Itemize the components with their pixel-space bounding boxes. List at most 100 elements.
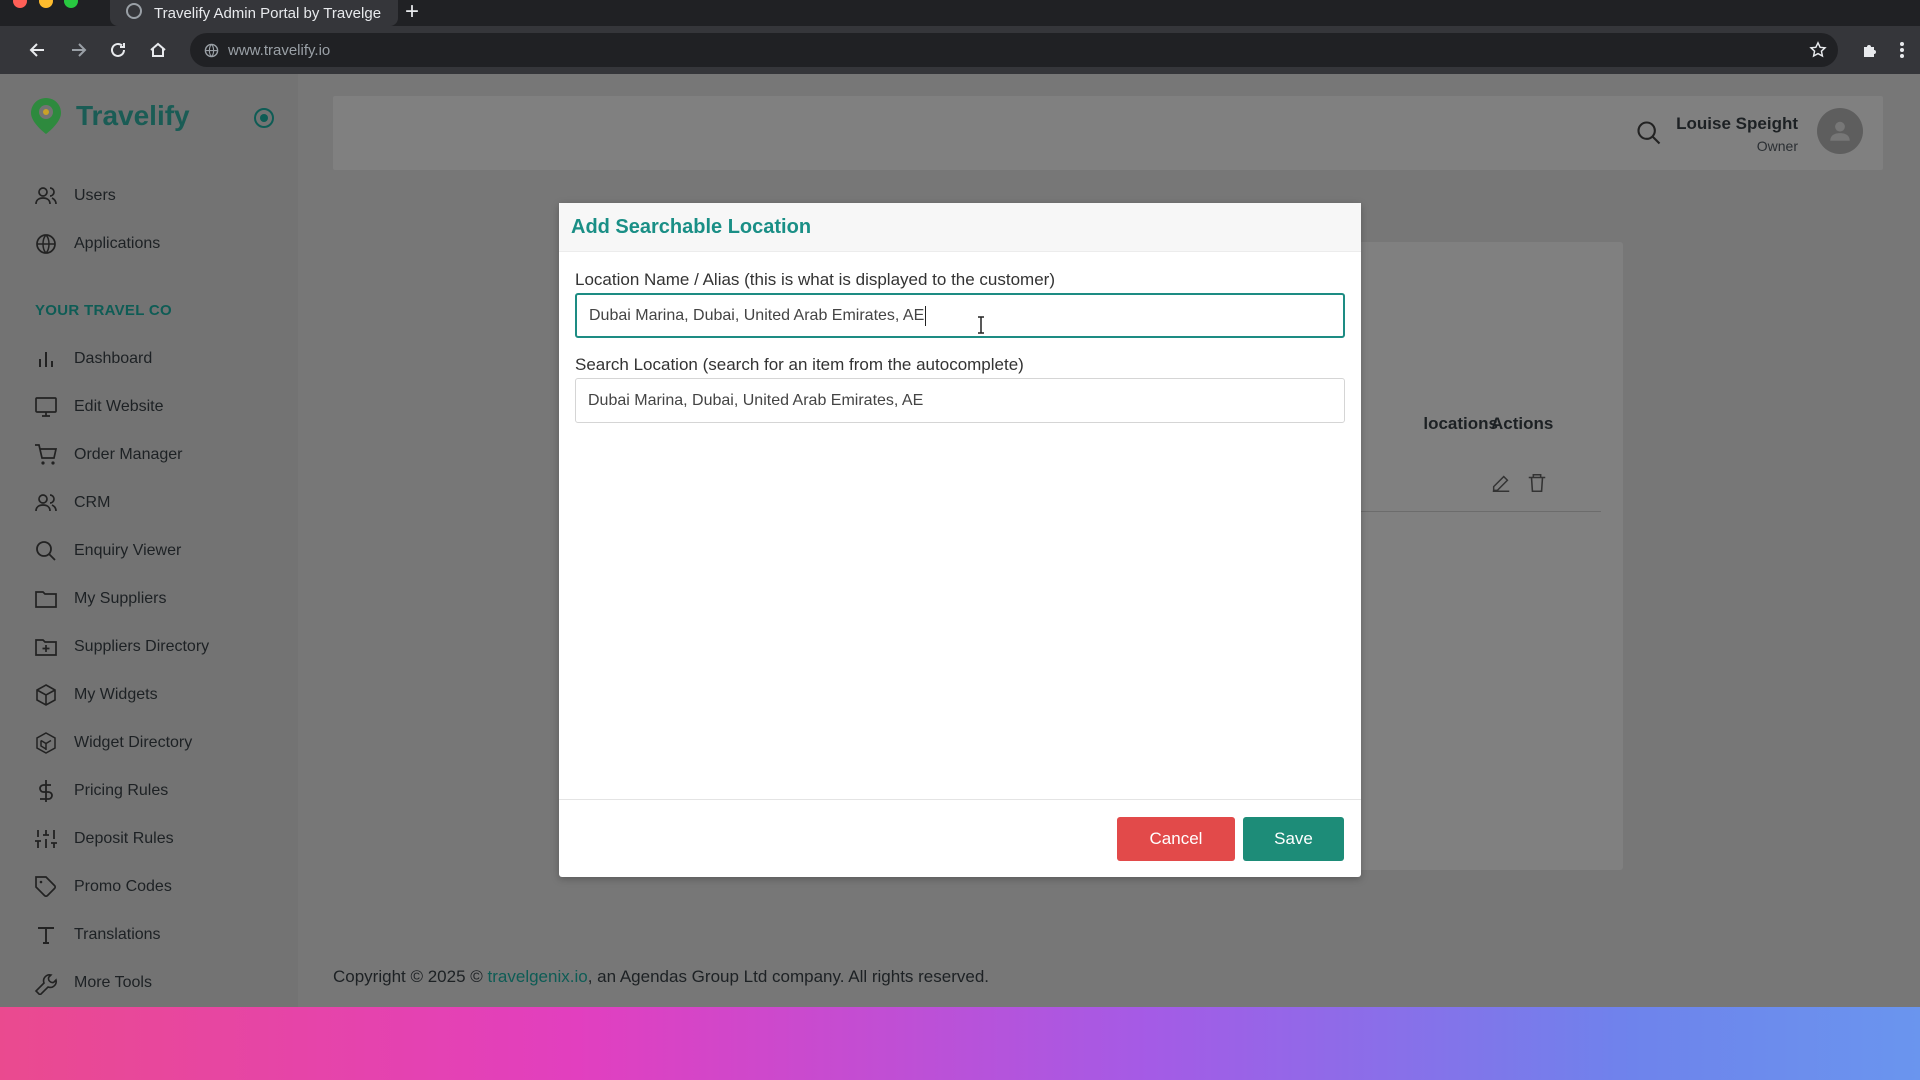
edit-button[interactable] [1490, 472, 1512, 499]
star-icon [1809, 41, 1827, 58]
column-header-locations: locations [1423, 414, 1498, 433]
sidebar-item-label: More Tools [74, 974, 152, 991]
search-icon [1637, 121, 1661, 145]
location-pin-icon [31, 98, 61, 134]
user-icon [1830, 121, 1850, 141]
dollar-icon [39, 780, 53, 802]
new-tab-button[interactable]: + [405, 0, 419, 26]
sidebar-item-promo-codes[interactable]: Promo Codes [34, 872, 172, 902]
sidebar-item-more-tools[interactable]: More Tools [34, 968, 152, 998]
user-role: Owner [1756, 138, 1798, 154]
sidebar-item-applications[interactable]: Applications [34, 229, 160, 259]
address-bar[interactable]: www.travelify.io [190, 33, 1838, 67]
sidebar-item-label: Translations [74, 926, 161, 943]
footer-suffix: , an Agendas Group Ltd company. All righ… [587, 967, 990, 986]
cancel-button[interactable]: Cancel [1117, 817, 1235, 861]
sidebar-item-label: Deposit Rules [74, 830, 174, 847]
delete-button[interactable] [1526, 472, 1548, 499]
search-button[interactable] [1635, 119, 1663, 152]
sidebar-item-widget-directory[interactable]: Widget Directory [34, 728, 192, 758]
sidebar-item-pricing-rules[interactable]: Pricing Rules [34, 776, 168, 806]
sidebar: Travelify Users Applications YOUR TRAVEL… [0, 74, 298, 1007]
sidebar-item-translations[interactable]: Translations [34, 920, 161, 950]
arrow-left-icon [29, 43, 44, 57]
monitor-icon [35, 397, 57, 417]
browser-tab[interactable]: Travelify Admin Portal by Travelge [110, 0, 398, 26]
sidebar-item-label: Dashboard [74, 350, 153, 367]
puzzle-icon [1864, 45, 1876, 57]
sidebar-item-order-manager[interactable]: Order Manager [34, 440, 183, 470]
sidebar-item-label: Enquiry Viewer [74, 542, 182, 559]
target-icon[interactable] [252, 106, 276, 135]
search-location-label: Search Location (search for an item from… [575, 355, 1024, 374]
save-button[interactable]: Save [1243, 817, 1344, 861]
sidebar-item-edit-website[interactable]: Edit Website [34, 392, 164, 422]
globe-icon [36, 234, 56, 254]
wrench-icon [34, 974, 57, 995]
type-icon [38, 927, 54, 944]
sidebar-item-enquiry-viewer[interactable]: Enquiry Viewer [34, 536, 181, 566]
footer-link[interactable]: travelgenix.io [488, 967, 588, 986]
background-card [1358, 242, 1623, 870]
minimize-window-button[interactable] [39, 0, 53, 8]
back-button[interactable] [24, 36, 52, 64]
pencil-icon [1492, 475, 1510, 492]
folder-icon [35, 591, 57, 608]
home-icon [150, 42, 166, 57]
home-button[interactable] [144, 36, 172, 64]
sidebar-item-label: Edit Website [74, 398, 164, 415]
location-name-value: Dubai Marina, Dubai, United Arab Emirate… [589, 306, 925, 324]
section-title: YOUR TRAVEL CO [35, 302, 172, 319]
brand-logo[interactable]: Travelify [28, 96, 190, 136]
tab-title: Travelify Admin Portal by Travelge [154, 4, 382, 22]
search-icon [36, 541, 56, 561]
browser-tab-bar: Travelify Admin Portal by Travelge + [0, 0, 1920, 26]
sidebar-item-label: Promo Codes [74, 878, 172, 895]
location-name-input[interactable]: Dubai Marina, Dubai, United Arab Emirate… [575, 293, 1345, 338]
sidebar-item-dashboard[interactable]: Dashboard [34, 344, 152, 374]
brand-name: Travelify [76, 100, 190, 131]
sidebar-item-label: Applications [74, 235, 161, 252]
gradient-banner [0, 1007, 1920, 1080]
modal-footer-divider [559, 799, 1361, 800]
folder-plus-icon [35, 639, 57, 656]
sidebar-item-my-widgets[interactable]: My Widgets [34, 680, 158, 710]
bar-chart-icon [39, 352, 53, 367]
sidebar-item-label: Order Manager [74, 446, 183, 463]
sidebar-item-label: My Widgets [74, 686, 158, 703]
extensions-button[interactable] [1856, 36, 1884, 64]
users-icon [35, 187, 57, 205]
sidebar-item-label: CRM [74, 494, 111, 511]
column-header-actions: Actions [1491, 414, 1554, 433]
close-window-button[interactable] [13, 0, 27, 8]
top-header: Louise Speight Owner [333, 96, 1883, 170]
tag-icon [35, 876, 57, 898]
sidebar-item-label: Widget Directory [74, 734, 193, 751]
url-text: www.travelify.io [228, 41, 331, 59]
maximize-window-button[interactable] [64, 0, 78, 8]
browser-menu-button[interactable] [1888, 36, 1916, 64]
forward-button[interactable] [64, 36, 92, 64]
boxes-icon [36, 732, 56, 754]
cart-icon [35, 444, 58, 465]
avatar[interactable] [1817, 108, 1863, 154]
location-name-label: Location Name / Alias (this is what is d… [575, 270, 1055, 289]
sidebar-item-users[interactable]: Users [34, 181, 116, 211]
sidebar-item-label: Pricing Rules [74, 782, 169, 799]
text-cursor-icon [976, 316, 986, 339]
reload-button[interactable] [104, 36, 132, 64]
footer: Copyright © 2025 © travelgenix.io, an Ag… [333, 967, 989, 987]
sidebar-item-deposit-rules[interactable]: Deposit Rules [34, 824, 174, 854]
bookmark-button[interactable] [1804, 36, 1832, 64]
sidebar-item-crm[interactable]: CRM [34, 488, 110, 518]
arrow-right-icon [72, 43, 87, 57]
footer-prefix: Copyright © 2025 © [333, 967, 488, 986]
text-caret [925, 305, 927, 326]
search-location-input[interactable]: Dubai Marina, Dubai, United Arab Emirate… [575, 378, 1345, 423]
user-name[interactable]: Louise Speight [1676, 114, 1798, 134]
sidebar-item-suppliers-directory[interactable]: Suppliers Directory [34, 632, 209, 662]
sidebar-item-my-suppliers[interactable]: My Suppliers [34, 584, 166, 614]
users-icon [35, 494, 57, 512]
reload-icon [111, 42, 125, 57]
sliders-icon [35, 830, 57, 848]
